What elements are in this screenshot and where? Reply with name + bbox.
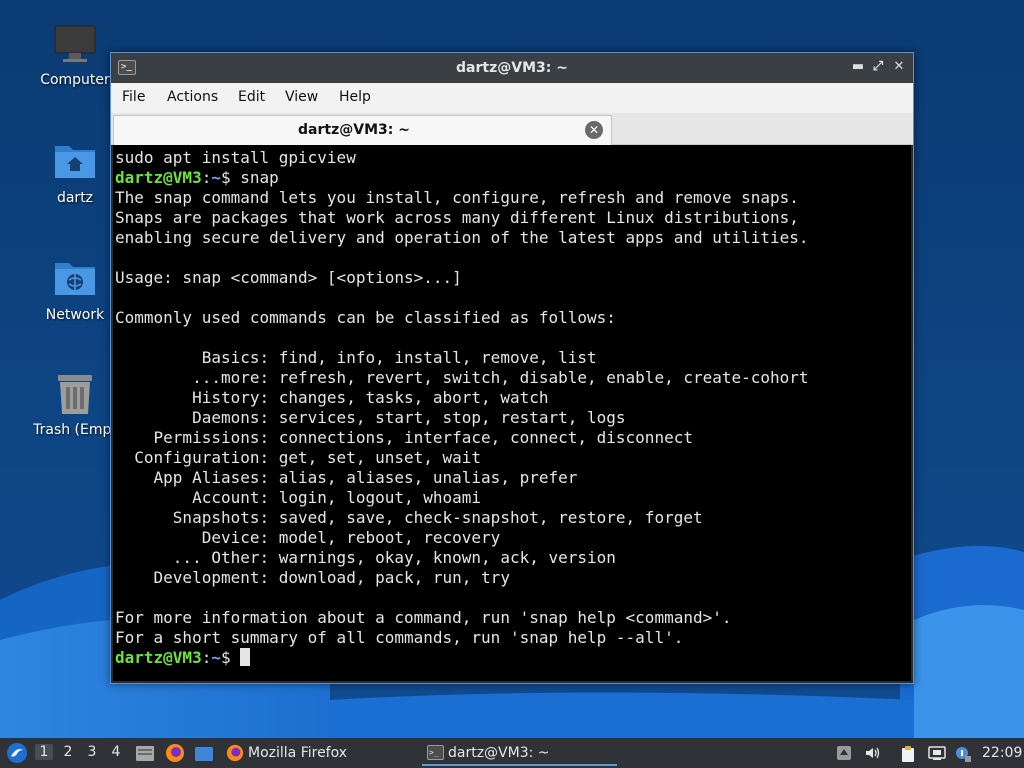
terminal-line: Snapshots: saved, save, check-snapshot, … [115,508,703,527]
close-icon: ✕ [893,59,905,74]
lubuntu-logo-icon [7,743,27,763]
terminal-line: ...more: refresh, revert, switch, disabl… [115,368,809,387]
terminal-line: Configuration: get, set, unset, wait [115,448,482,467]
desktop-icon [195,747,213,761]
tab-label: dartz@VM3: ~ [298,122,410,138]
workspace-4[interactable]: 4 [107,744,125,760]
maximize-button[interactable]: ⤢ [869,58,887,76]
firefox-launcher[interactable] [165,743,185,763]
network-folder-icon [53,257,97,301]
terminal-line: The snap command lets you install, confi… [115,188,799,207]
terminal-line: Account: login, logout, whoami [115,488,482,507]
close-button[interactable]: ✕ [890,58,908,76]
menu-file[interactable]: File [122,89,145,105]
terminal-output[interactable]: sudo apt install gpicview dartz@VM3:~$ s… [113,145,911,681]
home-folder-icon [53,140,97,184]
trash-icon [53,372,97,416]
terminal-line: Snaps are packages that work across many… [115,208,799,227]
menu-help[interactable]: Help [339,89,371,105]
tab-close-button[interactable]: ✕ [585,121,603,139]
terminal-line: Commonly used commands can be classified… [115,308,616,327]
menu-edit[interactable]: Edit [238,89,265,105]
terminal-prompt-line: dartz@VM3:~$ [115,648,911,668]
window-title: dartz@VM3: ~ [456,60,568,76]
taskbar: 1 2 3 4 Mozilla Firefox >_ dartz@VM3: ~ [0,738,1024,768]
command-output: The snap command lets you install, confi… [115,188,911,648]
terminal-line: Usage: snap <command> [<options>...] [115,268,462,287]
terminal-prompt-line: dartz@VM3:~$ snap [115,168,911,188]
terminal-line: Development: download, pack, run, try [115,568,510,587]
notification-icon[interactable] [954,745,971,762]
menu-view[interactable]: View [285,89,318,105]
prompt-path: ~ [211,168,221,187]
terminal-icon: >_ [427,745,444,760]
terminal-line: Permissions: connections, interface, con… [115,428,693,447]
monitor-icon [53,22,97,66]
update-notifier-icon[interactable] [836,745,852,761]
terminal-line: Device: model, reboot, recovery [115,528,501,547]
tab-bar: dartz@VM3: ~ ✕ [111,113,913,145]
close-icon: ✕ [588,123,600,137]
minimize-icon: ▬ [851,59,865,74]
workspace-3[interactable]: 3 [83,744,101,760]
typed-command: snap [230,168,279,187]
window-titlebar[interactable]: >_ dartz@VM3: ~ ▬ ⤢ ✕ [111,53,913,83]
task-firefox[interactable]: Mozilla Firefox [222,740,412,766]
prompt-user: dartz@VM3 [115,168,202,187]
menu-actions[interactable]: Actions [167,89,218,105]
volume-icon[interactable] [864,745,880,761]
prompt-sep: : [201,648,212,667]
terminal-line: For more information about a command, ru… [115,608,732,627]
maximize-icon: ⤢ [872,59,884,74]
menubar: File Actions Edit View Help [111,83,913,113]
file-manager-icon [136,746,154,761]
terminal-line: sudo apt install gpicview [115,148,356,167]
prompt-sep: : [201,168,212,187]
task-label: Mozilla Firefox [248,745,348,761]
terminal-window[interactable]: >_ dartz@VM3: ~ ▬ ⤢ ✕ File Actions Edit … [110,52,914,684]
clipboard-icon[interactable] [900,745,916,762]
prompt-user: dartz@VM3 [115,648,202,667]
file-manager-launcher[interactable] [135,743,155,763]
terminal-line: For a short summary of all commands, run… [115,628,684,647]
show-desktop-button[interactable] [194,744,214,762]
prompt-path: ~ [211,648,221,667]
task-label: dartz@VM3: ~ [448,745,550,761]
task-terminal[interactable]: >_ dartz@VM3: ~ [422,740,617,766]
clock[interactable]: 22:09 [982,738,1022,768]
firefox-icon [166,744,184,762]
workspace-2[interactable]: 2 [59,744,77,760]
text-cursor [240,648,251,666]
terminal-line: Daemons: services, start, stop, restart,… [115,408,626,427]
terminal-line: Basics: find, info, install, remove, lis… [115,348,597,367]
terminal-line: App Aliases: alias, aliases, unalias, pr… [115,468,578,487]
tab-terminal[interactable]: dartz@VM3: ~ ✕ [113,115,612,145]
terminal-line: enabling secure delivery and operation o… [115,228,809,247]
terminal-line: ... Other: warnings, okay, known, ack, v… [115,548,616,567]
start-menu-button[interactable] [6,742,28,764]
workspace-1[interactable]: 1 [35,744,53,760]
prompt-dollar: $ [220,168,231,187]
firefox-icon [226,744,244,762]
minimize-button[interactable]: ▬ [849,58,867,76]
terminal-line: History: changes, tasks, abort, watch [115,388,549,407]
network-status-icon[interactable] [928,745,946,761]
prompt-dollar: $ [220,648,231,667]
